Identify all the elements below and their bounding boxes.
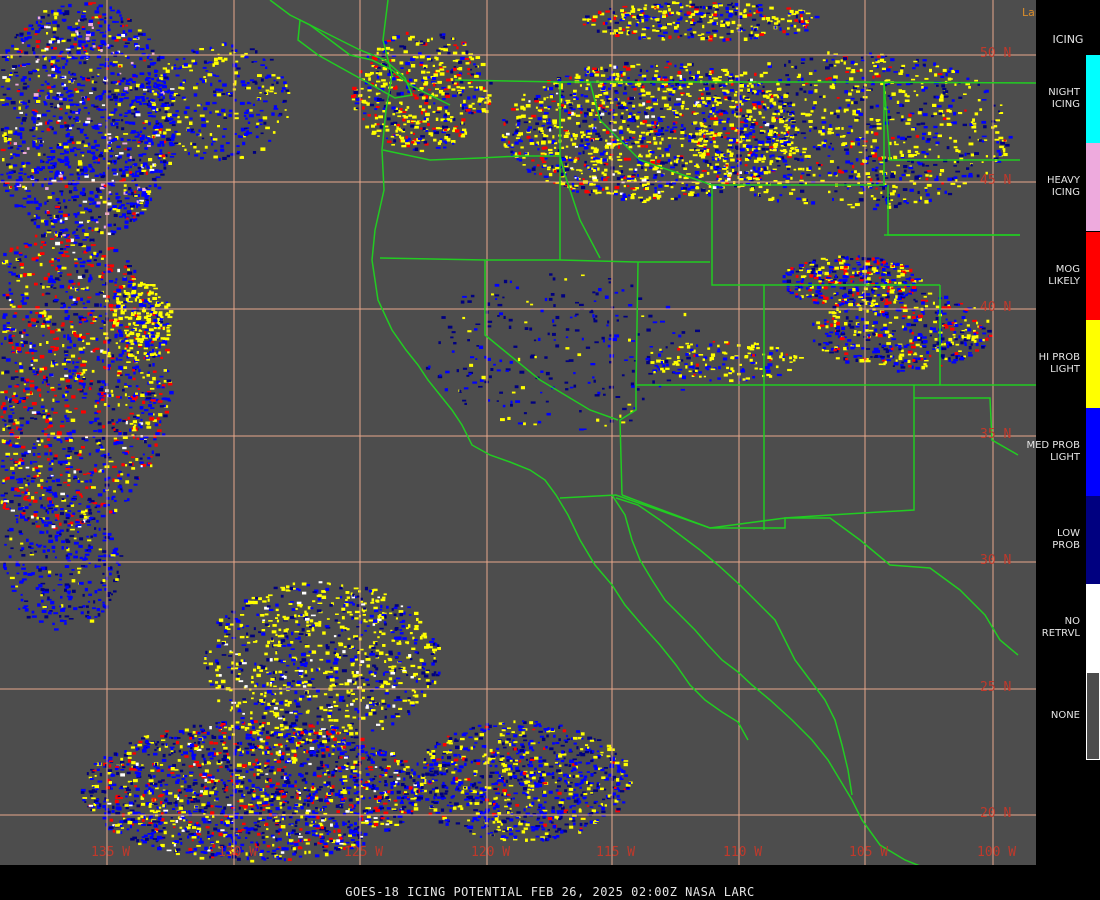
coastline-mainland-mexico xyxy=(615,497,853,796)
coastline-gulf xyxy=(611,494,920,865)
legend-label: HEAVY ICING xyxy=(1047,175,1080,198)
legend-item: MOG LIKELY xyxy=(1036,232,1100,320)
latitude-label: 20 N xyxy=(980,806,1012,821)
legend-item: HEAVY ICING xyxy=(1036,143,1100,231)
legend-item: NONE xyxy=(1036,672,1100,760)
border-wa-or xyxy=(382,149,560,161)
legend-item: MED PROB LIGHT xyxy=(1026,408,1100,496)
longitude-label: 120 W xyxy=(471,845,511,860)
longitude-label: 100 W xyxy=(977,845,1017,860)
legend-item: HI PROB LIGHT xyxy=(1036,320,1100,408)
longitude-label: 115 W xyxy=(596,845,636,860)
legend-item: LOW PROB xyxy=(1036,496,1100,584)
legend-swatch xyxy=(1086,143,1100,231)
icing-map: 50 N 45 N 40 N 35 N 30 N 25 N 20 N 135 W 130 W 1… xyxy=(0,0,1036,865)
geographic-borders xyxy=(269,0,1036,865)
latitude-label: 30 N xyxy=(980,553,1012,568)
legend-swatch xyxy=(1086,672,1100,760)
legend-label: MOG LIKELY xyxy=(1048,264,1080,287)
longitude-label: 105 W xyxy=(849,845,889,860)
border-or-ca xyxy=(379,257,710,263)
icing-pixels xyxy=(0,0,1013,863)
legend-swatch xyxy=(1086,584,1100,672)
legend-swatch xyxy=(1086,320,1100,408)
legend-label: HI PROB LIGHT xyxy=(1038,352,1080,375)
legend-item: NO RETRVL xyxy=(1036,584,1100,672)
longitude-label: 135 W xyxy=(91,845,131,860)
legend: ICING NIGHT ICING HEAVY ICING MOG LIKELY HI… xyxy=(1026,0,1100,865)
legend-label: NO RETRVL xyxy=(1041,616,1080,639)
map-canvas xyxy=(0,0,1036,865)
longitude-label: 125 W xyxy=(344,845,384,860)
latitude-label: 40 N xyxy=(980,300,1012,315)
latitude-label: 35 N xyxy=(980,427,1012,442)
latitude-label: 50 N xyxy=(980,46,1012,61)
legend-title: ICING xyxy=(1052,33,1084,46)
border-nm-tx xyxy=(621,385,915,529)
legend-item: NIGHT ICING xyxy=(1036,55,1100,143)
legend-label: NONE xyxy=(1050,710,1080,721)
legend-swatch xyxy=(1086,55,1100,143)
longitude-label: 130 W xyxy=(218,845,258,860)
legend-label: NIGHT ICING xyxy=(1048,87,1080,110)
legend-swatch xyxy=(1086,496,1100,584)
legend-label: MED PROB LIGHT xyxy=(1026,440,1080,463)
legend-swatch xyxy=(1086,408,1100,496)
border-mx-us xyxy=(559,494,1019,656)
latitude-label: 45 N xyxy=(980,173,1012,188)
legend-label: LOW PROB xyxy=(1052,528,1080,551)
border-nv-az xyxy=(619,261,639,496)
legend-swatch xyxy=(1086,232,1100,320)
latitude-label: 25 N xyxy=(980,680,1012,695)
vancouver-island xyxy=(297,18,414,99)
longitude-label: 110 W xyxy=(723,845,763,860)
map-footer-caption: GOES-18 ICING POTENTIAL FEB 26, 2025 02:… xyxy=(345,885,755,899)
